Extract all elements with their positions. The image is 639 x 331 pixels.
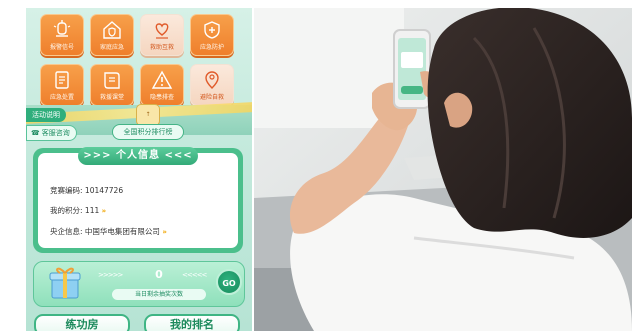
rank-badge-icon: ↑ <box>136 104 160 126</box>
lottery-panel: >>>>> 0 <<<<< 当日剩余抽奖次数 GO <box>33 261 245 307</box>
tile-self-rescue[interactable]: 避险自救 <box>190 64 234 106</box>
customer-service-tag[interactable]: ☎ 客服咨询 <box>26 125 77 141</box>
info-value: 111 <box>84 206 100 215</box>
chevron-right-icon: » <box>101 207 107 215</box>
tile-classroom[interactable]: 救援课堂 <box>90 64 134 106</box>
personal-info-card: >>> 个人信息 <<< 竞赛编码: 10147726 我的积分: 111 » … <box>33 147 243 253</box>
tile-label: 报警信号 <box>49 43 74 51</box>
info-key: 我的积分: <box>50 206 83 215</box>
phone-app-screenshot: 报警信号 家庭应急 救助互救 应急防护 应急处置 救援课堂 隐患排查 避险自救 <box>26 8 252 331</box>
info-row-points[interactable]: 我的积分: 111 » <box>50 205 106 216</box>
document-icon <box>55 70 69 89</box>
tile-label: 应急处置 <box>49 93 74 101</box>
tile-label: 救助互救 <box>149 43 174 51</box>
tile-home-emergency[interactable]: 家庭应急 <box>90 14 134 56</box>
info-row-contest-code: 竞赛编码: 10147726 <box>50 185 123 196</box>
chevron-right-icon: » <box>162 228 167 236</box>
national-ranking-button[interactable]: 全国积分排行榜 <box>112 124 184 140</box>
shield-plus-icon <box>204 20 220 39</box>
info-key: 竞赛编码: <box>50 186 83 195</box>
customer-service-label: 客服咨询 <box>41 129 70 137</box>
photo-woman-using-phone <box>254 8 632 331</box>
my-ranking-button[interactable]: 我的排名 <box>144 314 240 331</box>
tile-label: 家庭应急 <box>99 43 124 51</box>
lottery-arrows-right: <<<<< <box>182 271 207 279</box>
lantern-icon <box>53 19 71 37</box>
tile-label: 避险自救 <box>199 93 224 101</box>
info-value: 中国华电集团有限公司 <box>84 227 160 236</box>
headset-icon: ☎ <box>31 129 40 137</box>
photo-illustration <box>254 8 632 331</box>
person-pin-icon <box>205 70 219 89</box>
warning-icon <box>151 70 173 89</box>
heart-hand-icon <box>155 22 169 39</box>
tile-alarm-signal[interactable]: 报警信号 <box>40 14 84 56</box>
book-icon <box>104 71 120 89</box>
personal-info-body: >>> 个人信息 <<< 竞赛编码: 10147726 我的积分: 111 » … <box>38 147 238 248</box>
house-shield-icon <box>103 20 121 39</box>
personal-info-title: >>> 个人信息 <<< <box>78 147 198 165</box>
tile-label: 应急防护 <box>199 43 224 51</box>
tile-label: 救援课堂 <box>99 93 124 101</box>
info-value: 10147726 <box>84 186 124 195</box>
tile-label: 隐患排查 <box>149 93 174 101</box>
tile-protection[interactable]: 应急防护 <box>190 14 234 56</box>
tile-rescue[interactable]: 救助互救 <box>140 14 184 56</box>
feature-grid: 报警信号 家庭应急 救助互救 应急防护 应急处置 救援课堂 隐患排查 避险自救 <box>40 14 240 106</box>
tile-hazard-check[interactable]: 隐患排查 <box>140 64 184 106</box>
gift-box-icon <box>49 267 81 299</box>
tile-handling[interactable]: 应急处置 <box>40 64 84 106</box>
info-row-enterprise[interactable]: 央企信息: 中国华电集团有限公司 » <box>50 226 167 237</box>
lottery-remaining-label: 当日剩余抽奖次数 <box>112 289 206 300</box>
practice-room-button[interactable]: 练功房 <box>34 314 130 331</box>
lottery-go-button[interactable]: GO <box>216 269 242 295</box>
activity-info-tag[interactable]: 活动说明 <box>26 108 66 122</box>
info-key: 央企信息: <box>50 227 83 236</box>
